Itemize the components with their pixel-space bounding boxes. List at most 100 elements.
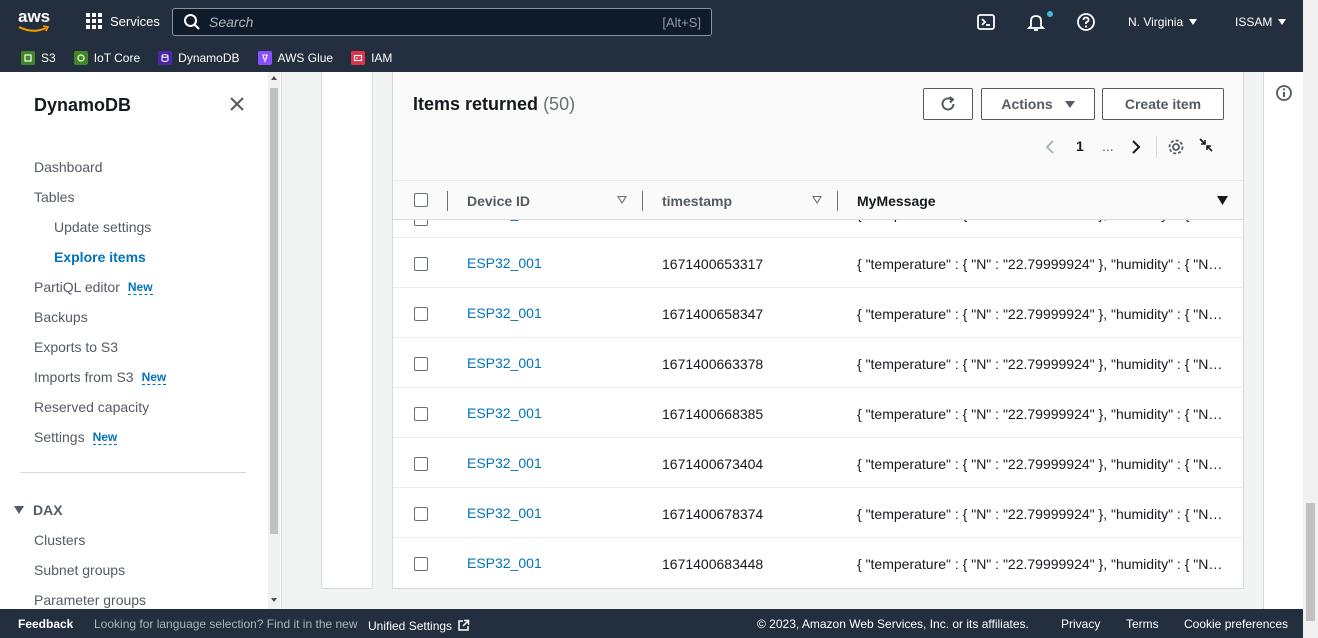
table-row[interactable]: ESP32_001 1671400653317 { "temperature" … xyxy=(393,238,1243,288)
terms-link[interactable]: Terms xyxy=(1126,617,1159,631)
scroll-down-arrow-icon[interactable] xyxy=(271,598,277,602)
favorite-label: AWS Glue xyxy=(277,50,334,65)
refresh-button[interactable] xyxy=(923,88,973,120)
table-row[interactable]: ESP32_001 1671400683448 { "temperature" … xyxy=(393,538,1243,588)
notifications-bell-icon[interactable] xyxy=(1026,12,1046,32)
account-menu[interactable]: ISSAM xyxy=(1235,15,1287,29)
device-id-link[interactable]: ESP32_001 xyxy=(467,455,542,471)
device-id-link[interactable]: ESP32_001 xyxy=(467,405,542,421)
sidebar-item-dashboard[interactable]: Dashboard xyxy=(34,159,103,175)
row-checkbox[interactable] xyxy=(414,507,428,521)
favorite-aws-glue[interactable]: AWS Glue xyxy=(257,50,334,65)
sidebar-item-backups[interactable]: Backups xyxy=(34,309,88,325)
create-item-label: Create item xyxy=(1124,96,1202,112)
services-menu-button[interactable]: Services xyxy=(86,13,160,29)
select-all-checkbox[interactable] xyxy=(414,193,428,207)
favorite-s3[interactable]: S3 xyxy=(21,50,56,65)
actions-dropdown-button[interactable]: Actions xyxy=(981,88,1095,120)
sidebar-item-label: Tables xyxy=(34,189,75,205)
close-navigation-icon[interactable] xyxy=(229,96,245,112)
sidebar-item-tables[interactable]: Tables xyxy=(34,189,74,205)
feedback-link[interactable]: Feedback xyxy=(18,617,73,631)
column-resizer[interactable] xyxy=(837,191,838,211)
device-id-link[interactable]: ESP32_001 xyxy=(467,505,542,521)
search-input[interactable] xyxy=(209,14,629,30)
page-scrollbar-thumb[interactable] xyxy=(1306,503,1315,621)
sort-icon[interactable] xyxy=(812,196,822,204)
device-id-link[interactable]: ESP32_001 xyxy=(467,255,542,271)
side-navigation-title: DynamoDB xyxy=(34,95,132,115)
aws-logo-text: aws xyxy=(18,7,51,26)
table-row[interactable]: ESP32_001 1671400668385 { "temperature" … xyxy=(393,388,1243,438)
settings-gear-icon[interactable] xyxy=(1167,138,1185,156)
collapse-fullscreen-icon[interactable] xyxy=(1198,137,1214,153)
sidebar-item-subnet-groups[interactable]: Subnet groups xyxy=(34,562,125,578)
sort-icon[interactable] xyxy=(617,196,627,204)
column-resizer[interactable] xyxy=(642,191,643,211)
create-item-button[interactable]: Create item xyxy=(1102,88,1224,120)
page-scrollbar[interactable] xyxy=(1303,0,1318,638)
sidebar-item-label: Clusters xyxy=(34,532,86,548)
row-checkbox[interactable] xyxy=(414,357,428,371)
timestamp-cell: 1671400663378 xyxy=(662,356,764,372)
cloudshell-icon[interactable] xyxy=(976,12,996,32)
info-icon[interactable] xyxy=(1275,84,1293,102)
cookie-preferences-link[interactable]: Cookie preferences xyxy=(1184,617,1288,631)
column-header-mymessage[interactable]: MyMessage xyxy=(857,193,936,209)
sidebar-item-update-settings[interactable]: Update settings xyxy=(54,219,151,235)
sidebar-item-explore-items[interactable]: Explore items xyxy=(54,249,146,265)
sidebar-item-settings[interactable]: Settings New xyxy=(34,429,118,445)
aws-logo[interactable]: aws xyxy=(18,7,52,35)
sidebar-item-imports-from-s3[interactable]: Imports from S3 New xyxy=(34,369,167,385)
sidebar-item-clusters[interactable]: Clusters xyxy=(34,532,85,548)
timestamp-cell: 1671400658347 xyxy=(662,306,764,322)
sidebar-item-exports-to-s3[interactable]: Exports to S3 xyxy=(34,339,118,355)
favorite-iot-core[interactable]: IoT Core xyxy=(73,50,140,65)
sidebar-item-parameter-groups[interactable]: Parameter groups xyxy=(34,592,146,608)
table-row[interactable]: ESP32_001 { "temperature" : { "N" : "22.… xyxy=(393,220,1243,238)
sidebar-item-partiql-editor[interactable]: PartiQL editor New xyxy=(34,279,153,295)
favorite-label: DynamoDB xyxy=(178,50,240,65)
unified-settings-link[interactable]: Unified Settings xyxy=(368,617,470,633)
privacy-link[interactable]: Privacy xyxy=(1061,617,1100,631)
sidebar-scrollbar[interactable] xyxy=(268,72,280,609)
dynamodb-icon xyxy=(158,50,173,65)
scroll-up-arrow-icon[interactable] xyxy=(271,76,277,80)
table-body: ESP32_001 { "temperature" : { "N" : "22.… xyxy=(393,220,1243,588)
previous-page-icon[interactable] xyxy=(1044,139,1056,155)
search-icon xyxy=(184,14,200,30)
sidebar-divider xyxy=(20,472,246,473)
copyright-text: © 2023, Amazon Web Services, Inc. or its… xyxy=(757,617,1029,631)
row-checkbox[interactable] xyxy=(414,557,428,571)
favorite-iam[interactable]: IAM xyxy=(351,50,392,65)
message-cell: { "temperature" : { "N" : "22.79999924" … xyxy=(857,256,1223,272)
device-id-link[interactable]: ESP32_001 xyxy=(467,220,542,221)
table-row[interactable]: ESP32_001 1671400678374 { "temperature" … xyxy=(393,488,1243,538)
page-ellipsis: ... xyxy=(1102,138,1114,154)
row-checkbox[interactable] xyxy=(414,307,428,321)
sort-descending-icon[interactable] xyxy=(1217,196,1228,205)
column-header-device-id[interactable]: Device ID xyxy=(467,193,530,209)
device-id-link[interactable]: ESP32_001 xyxy=(467,355,542,371)
next-page-icon[interactable] xyxy=(1130,139,1142,155)
sidebar-section-dax[interactable]: DAX xyxy=(14,502,63,518)
row-checkbox[interactable] xyxy=(414,257,428,271)
timestamp-cell: 1671400668385 xyxy=(662,406,764,422)
row-checkbox[interactable] xyxy=(414,457,428,471)
search-bar[interactable]: [Alt+S] xyxy=(172,8,712,36)
sidebar-item-label: Update settings xyxy=(54,219,152,235)
table-row[interactable]: ESP32_001 1671400663378 { "temperature" … xyxy=(393,338,1243,388)
sidebar-item-reserved-capacity[interactable]: Reserved capacity xyxy=(34,399,149,415)
column-header-timestamp[interactable]: timestamp xyxy=(662,193,732,209)
region-selector[interactable]: N. Virginia xyxy=(1128,15,1198,29)
device-id-link[interactable]: ESP32_001 xyxy=(467,555,542,571)
help-icon[interactable] xyxy=(1076,12,1096,32)
table-row[interactable]: ESP32_001 1671400658347 { "temperature" … xyxy=(393,288,1243,338)
favorite-dynamodb[interactable]: DynamoDB xyxy=(158,50,240,65)
table-row[interactable]: ESP32_001 1671400673404 { "temperature" … xyxy=(393,438,1243,488)
device-id-link[interactable]: ESP32_001 xyxy=(467,305,542,321)
current-page-number[interactable]: 1 xyxy=(1076,138,1084,154)
row-checkbox[interactable] xyxy=(414,220,428,226)
row-checkbox[interactable] xyxy=(414,407,428,421)
sidebar-scrollbar-thumb[interactable] xyxy=(270,88,278,534)
